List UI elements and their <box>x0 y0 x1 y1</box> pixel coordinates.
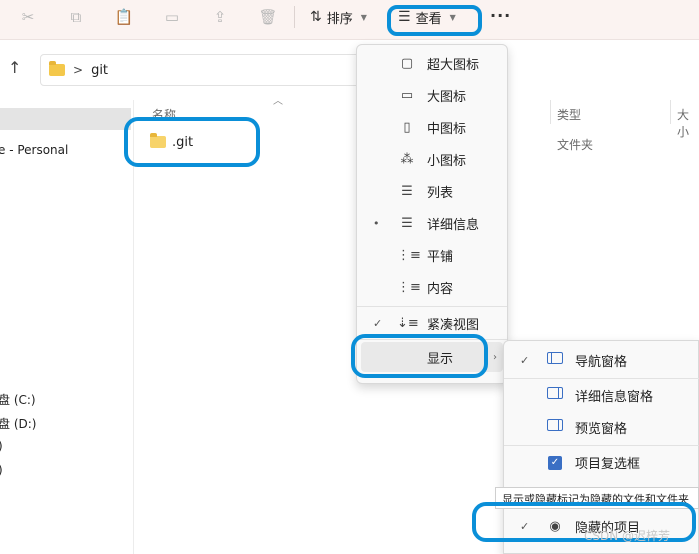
copy-icon[interactable]: ⧉ <box>64 6 88 28</box>
sort-icon: ⇅ <box>310 9 322 25</box>
submenu-item-label: 导航窗格 <box>575 354 628 370</box>
content-icon: ⋮≡ <box>397 279 421 295</box>
sort-ascending-icon: ︿ <box>273 96 283 107</box>
share-icon[interactable]: ⇪ <box>208 6 232 28</box>
list-icon: ☰ <box>401 183 413 199</box>
menu-divider <box>504 445 699 446</box>
address-bar[interactable]: > git <box>40 54 400 86</box>
watermark: CSDN @迟梓芳 <box>584 529 671 543</box>
menu-item-label: 平铺 <box>427 249 454 265</box>
up-arrow-icon[interactable]: ↑ <box>8 58 21 77</box>
submenu-item-item-checkboxes[interactable]: ✓ 项目复选框 <box>504 447 699 477</box>
breadcrumb-git[interactable]: git <box>91 63 108 78</box>
file-type: 文件夹 <box>557 138 594 152</box>
nav-selected-item[interactable] <box>0 108 131 130</box>
menu-divider <box>357 306 507 307</box>
menu-item-label: 详细信息 <box>427 217 480 233</box>
command-bar: ✂ ⧉ 📋 ▭ ⇪ 🗑 ⇅ 排序 ▼ ☰ 查看 ▼ ··· <box>0 0 699 40</box>
menu-item-label: 列表 <box>427 185 454 201</box>
selected-bullet-icon: • <box>373 216 380 230</box>
details-icon: ☰ <box>401 215 413 231</box>
submenu-item-navigation-pane[interactable]: ✓ 导航窗格 <box>504 345 699 375</box>
submenu-item-label: 项目复选框 <box>575 456 641 472</box>
menu-item-label: 小图标 <box>427 153 467 169</box>
column-divider[interactable] <box>670 100 671 124</box>
menu-item-large-icons[interactable]: ▭ 大图标 <box>357 80 507 110</box>
check-icon: ✓ <box>373 316 383 330</box>
nav-item-drive-d[interactable]: 盘 (D:) <box>0 415 36 432</box>
view-dropdown-menu: ▢ 超大图标 ▭ 大图标 ▯ 中图标 ⁂ 小图标 ☰ 列表 • ☰ 详细信息 ⋮… <box>356 44 508 384</box>
nav-item-drive-f[interactable]: ) <box>0 463 3 477</box>
menu-item-label: 紧凑视图 <box>427 317 480 333</box>
submenu-item-preview-pane[interactable]: 预览窗格 <box>504 412 699 442</box>
tiles-icon: ⋮≡ <box>397 247 421 263</box>
nav-item-drive-e[interactable]: ) <box>0 439 3 453</box>
column-divider[interactable] <box>550 100 551 124</box>
sort-label: 排序 <box>326 11 353 27</box>
menu-item-list[interactable]: ☰ 列表 <box>357 176 507 206</box>
menu-divider <box>504 378 699 379</box>
small-icons-icon: ⁂ <box>400 151 414 167</box>
submenu-item-details-pane[interactable]: 详细信息窗格 <box>504 380 699 410</box>
nav-item-drive-c[interactable]: 盘 (C:) <box>0 391 36 408</box>
column-header-name[interactable]: 名称 <box>152 106 176 123</box>
menu-item-details[interactable]: • ☰ 详细信息 <box>357 208 507 238</box>
menu-item-label: 超大图标 <box>427 57 480 73</box>
rename-icon[interactable]: ▭ <box>160 6 184 28</box>
menu-item-label: 显示 <box>427 351 454 367</box>
delete-icon[interactable]: 🗑 <box>256 6 280 28</box>
item-checkbox-icon: ✓ <box>544 454 566 470</box>
chevron-down-icon: ▼ <box>360 12 367 22</box>
menu-divider <box>357 339 507 340</box>
compact-view-icon: ⇣≡ <box>397 315 419 331</box>
hidden-items-tooltip: 显示或隐藏标记为隐藏的文件和文件夹 <box>495 487 699 509</box>
details-pane-icon <box>544 387 566 403</box>
submenu-item-label: 详细信息窗格 <box>575 389 654 405</box>
menu-item-small-icons[interactable]: ⁂ 小图标 <box>357 144 507 174</box>
menu-item-content[interactable]: ⋮≡ 内容 <box>357 272 507 302</box>
menu-item-label: 内容 <box>427 281 454 297</box>
menu-item-medium-icons[interactable]: ▯ 中图标 <box>357 112 507 142</box>
large-icons-icon: ▭ <box>400 87 414 103</box>
view-icon: ☰ <box>398 9 411 25</box>
file-name: .git <box>172 134 194 150</box>
show-submenu: ✓ 导航窗格 详细信息窗格 预览窗格 ✓ 项目复选框 ✓ ◉ 隐藏的项目 <box>503 340 699 554</box>
view-button[interactable]: ☰ 查看 ▼ <box>398 4 456 30</box>
extra-large-icons-icon: ▢ <box>400 55 414 71</box>
check-icon: ✓ <box>520 519 530 533</box>
preview-pane-icon <box>544 419 566 435</box>
more-options-button[interactable]: ··· <box>490 6 511 25</box>
sort-button[interactable]: ⇅ 排序 ▼ <box>310 4 367 30</box>
file-row-git[interactable]: .git <box>150 130 193 154</box>
navigation-pane-icon <box>544 352 566 368</box>
chevron-right-icon: › <box>493 351 497 363</box>
folder-icon <box>150 133 166 148</box>
navigation-pane: e - Personal 盘 (C:) 盘 (D:) ) ) <box>0 100 134 554</box>
submenu-item-label: 预览窗格 <box>575 421 628 437</box>
check-icon: ✓ <box>520 353 530 367</box>
nav-item-onedrive-personal[interactable]: e - Personal <box>0 143 68 157</box>
view-label: 查看 <box>415 11 442 27</box>
menu-item-tiles[interactable]: ⋮≡ 平铺 <box>357 240 507 270</box>
column-header-size[interactable]: 大小 <box>677 106 699 140</box>
chevron-down-icon: ▼ <box>449 12 456 22</box>
folder-icon <box>49 61 65 76</box>
toolbar-divider <box>294 6 295 28</box>
menu-item-label: 中图标 <box>427 121 467 137</box>
menu-item-show[interactable]: 显示 › <box>361 342 503 372</box>
column-header-type[interactable]: 类型 <box>557 106 581 123</box>
eye-icon: ◉ <box>549 518 561 534</box>
menu-item-label: 大图标 <box>427 89 467 105</box>
menu-item-extra-large-icons[interactable]: ▢ 超大图标 <box>357 48 507 78</box>
cut-icon[interactable]: ✂ <box>16 6 40 28</box>
breadcrumb-separator: > <box>73 63 84 77</box>
menu-item-compact-view[interactable]: ✓ ⇣≡ 紧凑视图 <box>357 308 507 338</box>
paste-icon[interactable]: 📋 <box>112 6 136 28</box>
medium-icons-icon: ▯ <box>403 119 411 135</box>
